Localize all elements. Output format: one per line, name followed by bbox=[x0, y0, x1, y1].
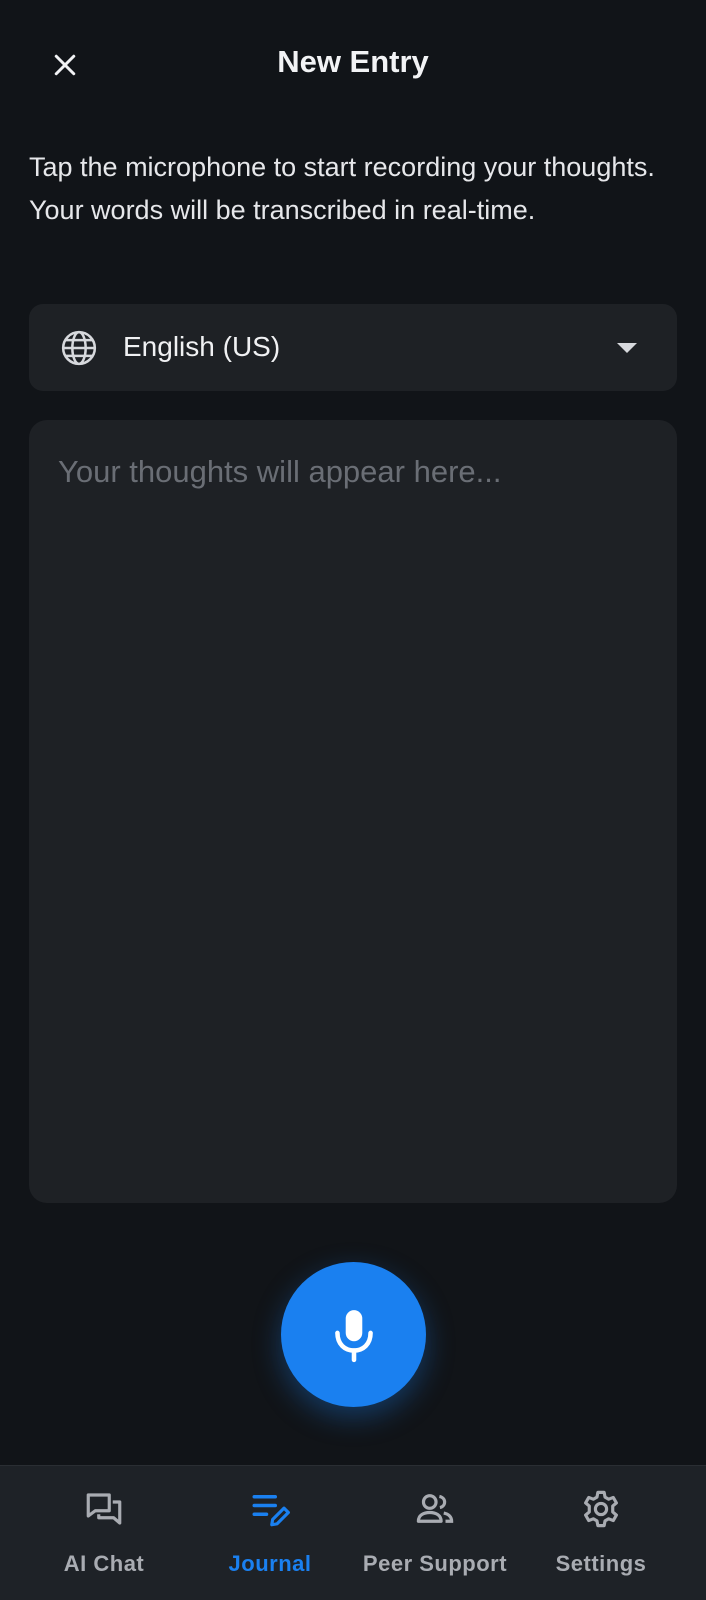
header: New Entry bbox=[0, 0, 706, 130]
nav-label-journal: Journal bbox=[228, 1551, 312, 1576]
app-root: New Entry Tap the microphone to start re… bbox=[0, 0, 706, 1600]
language-selected-value: English (US) bbox=[123, 331, 281, 362]
nav-item-settings[interactable]: Settings bbox=[518, 1466, 684, 1600]
transcript-area bbox=[29, 420, 677, 1203]
language-select[interactable]: English (US) bbox=[29, 304, 677, 391]
nav-item-journal[interactable]: Journal bbox=[187, 1466, 353, 1600]
people-icon bbox=[416, 1494, 454, 1523]
nav-label-peer-support: Peer Support bbox=[362, 1551, 508, 1576]
nav-label-ai-chat: AI Chat bbox=[63, 1551, 145, 1576]
globe-icon bbox=[61, 330, 97, 366]
nav-label-settings: Settings bbox=[555, 1551, 647, 1576]
page-title: New Entry bbox=[277, 44, 429, 79]
nav-item-peer-support[interactable]: Peer Support bbox=[352, 1466, 518, 1600]
nav-item-ai-chat[interactable]: AI Chat bbox=[21, 1466, 187, 1600]
transcript-input[interactable] bbox=[29, 420, 677, 1203]
journal-edit-icon bbox=[252, 1495, 290, 1527]
bottom-navigation: AI Chat Journal Peer Support Settings bbox=[0, 1465, 706, 1600]
gear-icon bbox=[584, 1490, 618, 1528]
record-microphone-button[interactable] bbox=[281, 1262, 426, 1407]
chat-bubbles-icon bbox=[86, 1493, 122, 1525]
caret-down-icon bbox=[617, 343, 637, 353]
microphone-icon bbox=[334, 1309, 373, 1362]
instructions-text: Tap the microphone to start recording yo… bbox=[29, 152, 655, 225]
